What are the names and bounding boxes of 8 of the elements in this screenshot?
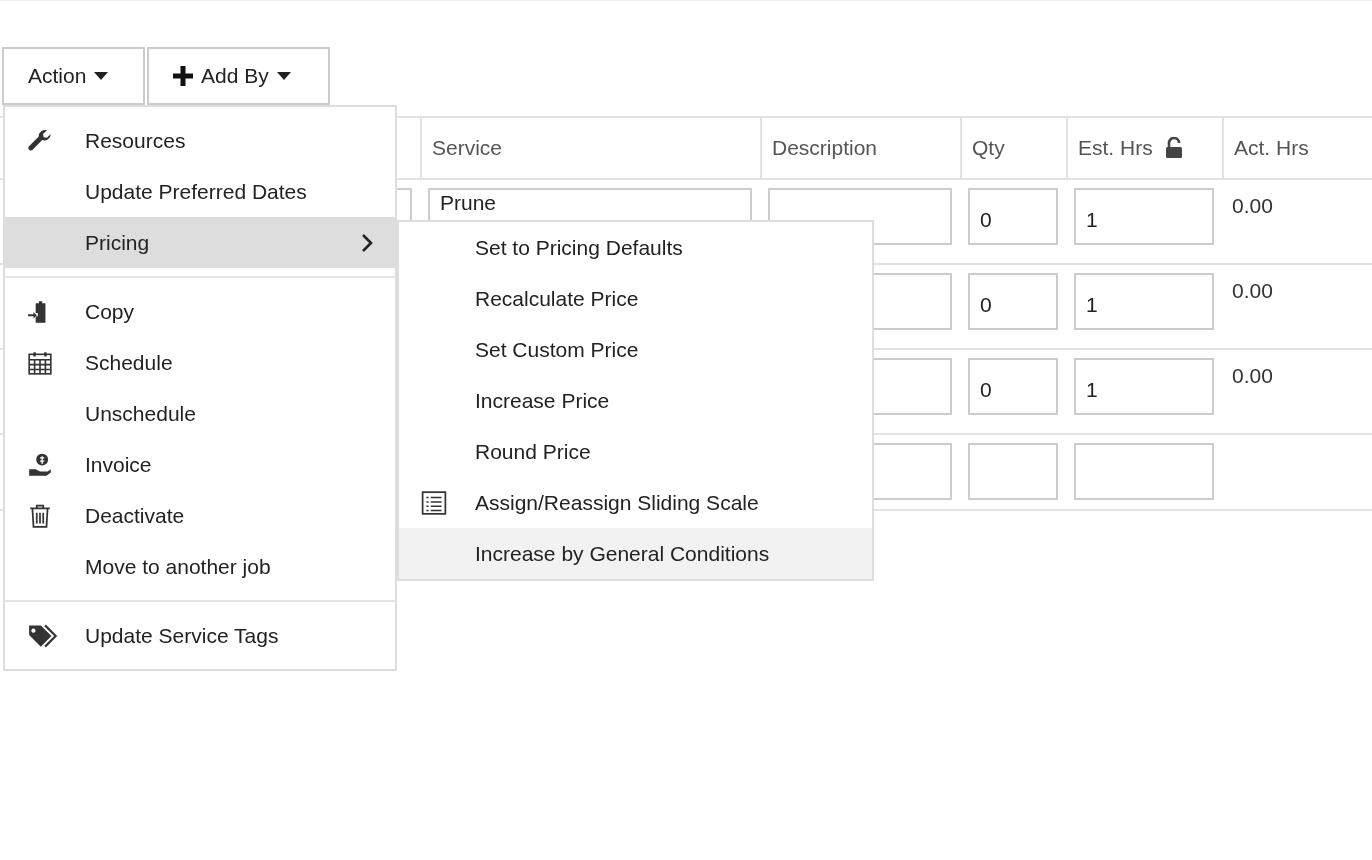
column-header-label: Act. Hrs xyxy=(1234,136,1309,160)
table-cell: 0.00 xyxy=(1232,279,1273,302)
column-header-label: Service xyxy=(432,136,503,160)
table-cell: 0.00 xyxy=(1232,194,1273,217)
column-header-label: Est. Hrs xyxy=(1078,136,1153,160)
column-header-label: Description xyxy=(772,136,878,160)
table-cell: 0.00 xyxy=(1232,364,1273,387)
column-header-label: Qty xyxy=(972,136,1005,160)
